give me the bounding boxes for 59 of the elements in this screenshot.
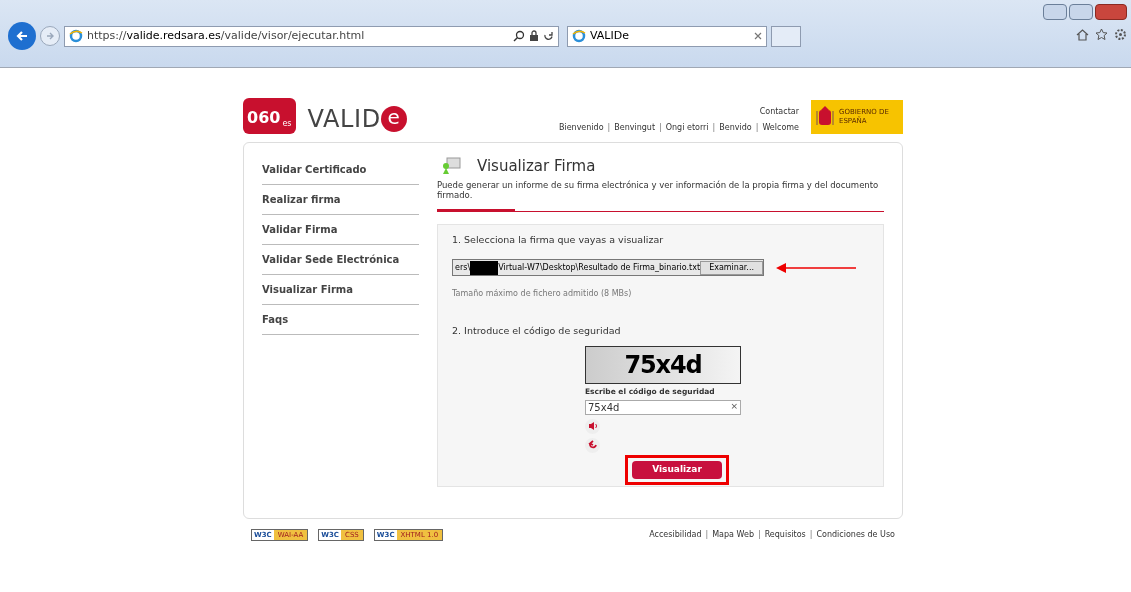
sidebar-item[interactable]: Faqs xyxy=(262,305,419,335)
separator: | xyxy=(757,529,761,541)
audio-button[interactable] xyxy=(585,418,600,434)
separator: | xyxy=(712,122,716,134)
separator: | xyxy=(755,122,759,134)
contact-link[interactable]: Contactar xyxy=(759,106,799,118)
star-icon xyxy=(1095,28,1108,41)
sidebar-item[interactable]: Visualizar Firma xyxy=(262,275,419,305)
browser-logo-icon xyxy=(572,29,586,43)
captcha-image: 75x4d xyxy=(585,346,741,385)
language-link[interactable]: Benvido xyxy=(719,122,752,134)
sidebar-item[interactable]: Validar Firma xyxy=(262,215,419,245)
separator: | xyxy=(659,122,662,134)
close-button[interactable] xyxy=(1095,4,1127,20)
close-tab-icon xyxy=(754,32,762,40)
home-icon xyxy=(1076,28,1089,41)
browser-logo-icon xyxy=(69,29,83,43)
browser-tab[interactable]: VALIDe xyxy=(567,25,767,47)
sidebar-item[interactable]: Validar Sede Electrónica xyxy=(262,245,419,275)
clear-button[interactable]: × xyxy=(730,400,738,414)
forward-arrow-icon xyxy=(45,31,55,41)
language-link[interactable]: Welcome xyxy=(762,122,799,134)
footer-link[interactable]: Mapa Web xyxy=(712,529,754,541)
monitor-icon xyxy=(441,157,461,176)
settings-icon xyxy=(1114,28,1127,41)
lock-icon xyxy=(529,30,539,42)
language-link[interactable]: Ongi etorri xyxy=(665,122,709,134)
minimize-button[interactable] xyxy=(1043,4,1067,20)
search-icon xyxy=(513,30,525,42)
site-logo: VALID e xyxy=(307,104,407,134)
url-text: https://valide.redsara.es/valide/visor/ejecutar.html xyxy=(87,27,365,44)
step-label: 1. Selecciona la firma que vayas a visualizar xyxy=(452,232,665,247)
file-field[interactable]: ers\ Virtual-W7\Desktop\Resultado de Firma_binario.txt Examinar... xyxy=(452,259,764,276)
reload-captcha-button[interactable] xyxy=(585,437,600,453)
sidebar-item[interactable]: Realizar firma xyxy=(262,185,419,215)
reload-icon xyxy=(587,440,598,450)
browse-button[interactable]: Examinar... xyxy=(700,260,763,275)
back-arrow-icon xyxy=(15,29,29,43)
language-link[interactable]: Bienvenido xyxy=(558,122,604,134)
separator: | xyxy=(607,122,611,134)
separator: | xyxy=(809,529,813,541)
page-description: Puede generar un informe de su firma electrónica y ver información de la propia firma y del documento firmado. xyxy=(437,179,880,201)
speaker-icon xyxy=(587,421,598,431)
step-label: 2. Introduce el código de seguridad xyxy=(452,324,622,338)
visualize-button[interactable]: Visualizar xyxy=(632,460,722,479)
language-link[interactable]: Benvingut xyxy=(614,122,656,134)
page-title: Visualizar Firma xyxy=(477,156,596,177)
footer-link[interactable]: Accesibilidad xyxy=(649,529,702,541)
footer-link[interactable]: Condiciones de Uso xyxy=(816,529,895,541)
sidebar-item[interactable]: Validar Certificado xyxy=(262,155,419,185)
footer-link[interactable]: Requisitos xyxy=(764,529,806,541)
captcha-field[interactable]: 75x4d × xyxy=(585,399,741,415)
address-bar[interactable]: https://valide.redsara.es/valide/visor/ejecutar.html xyxy=(64,25,559,47)
help-text: Tamaño máximo de fichero admitido (8 MBs) xyxy=(452,288,633,300)
redaction-bar xyxy=(470,260,499,275)
refresh-icon xyxy=(543,30,554,42)
restore-button[interactable] xyxy=(1069,4,1093,20)
separator: | xyxy=(705,529,709,541)
back-button[interactable] xyxy=(8,22,36,50)
